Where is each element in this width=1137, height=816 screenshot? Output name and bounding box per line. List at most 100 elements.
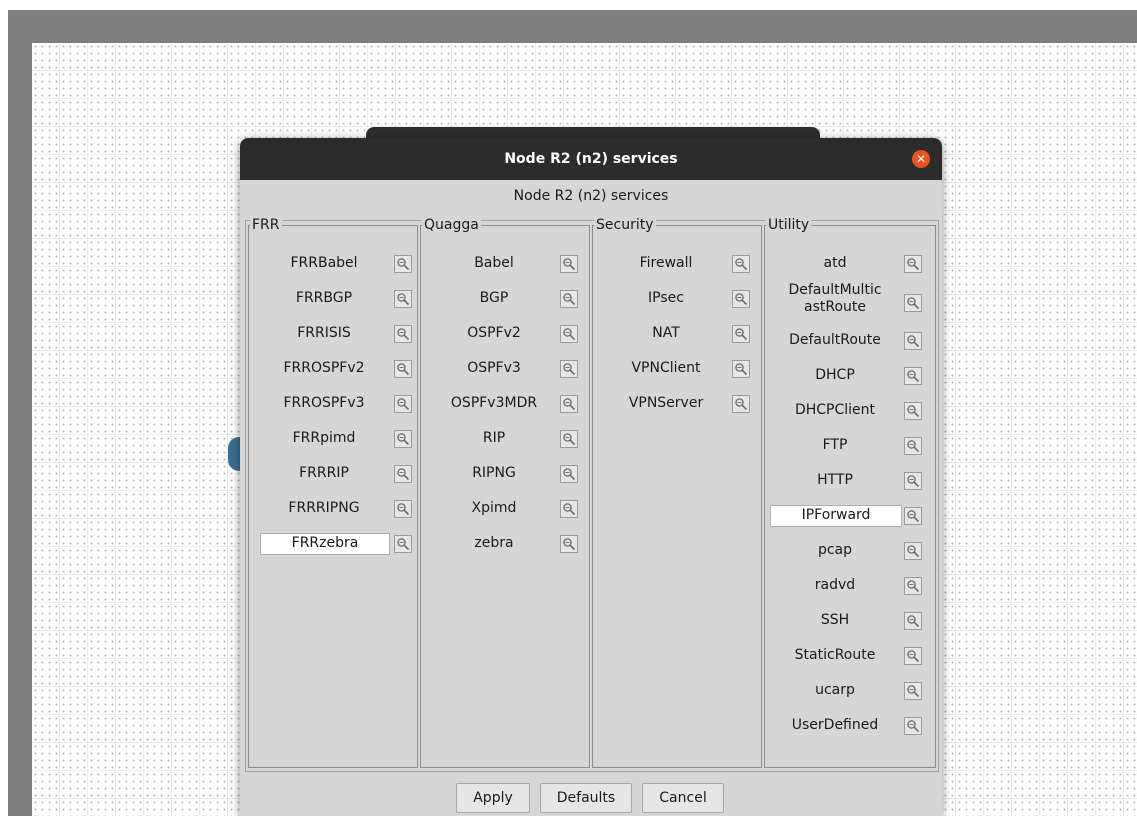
service-toggle-firewall[interactable]: Firewall bbox=[600, 253, 732, 273]
service-toggle-atd[interactable]: atd bbox=[770, 253, 900, 273]
apply-button[interactable]: Apply bbox=[456, 783, 530, 813]
service-row: HTTP bbox=[764, 464, 936, 499]
service-row: FRRBabel bbox=[248, 247, 418, 282]
service-toggle-frrospfv3[interactable]: FRROSPFv3 bbox=[260, 393, 388, 413]
service-toggle-defaultroute[interactable]: DefaultRoute bbox=[770, 330, 900, 350]
service-toggle-rip[interactable]: RIP bbox=[428, 428, 560, 448]
wrench-config-icon[interactable] bbox=[560, 325, 578, 343]
wrench-config-icon[interactable] bbox=[560, 290, 578, 308]
wrench-config-icon[interactable] bbox=[394, 465, 412, 483]
service-row: FRRzebra bbox=[248, 527, 418, 562]
wrench-config-icon[interactable] bbox=[904, 717, 922, 735]
service-toggle-pcap[interactable]: pcap bbox=[770, 540, 900, 560]
service-row: SSH bbox=[764, 604, 936, 639]
service-row: VPNServer bbox=[592, 387, 762, 422]
service-row: RIPNG bbox=[420, 457, 590, 492]
service-toggle-frrbabel[interactable]: FRRBabel bbox=[260, 253, 388, 273]
close-icon[interactable]: ✕ bbox=[912, 150, 930, 168]
service-toggle-frrripng[interactable]: FRRRIPNG bbox=[260, 498, 388, 518]
service-row: FRROSPFv2 bbox=[248, 352, 418, 387]
service-toggle-ripng[interactable]: RIPNG bbox=[428, 463, 560, 483]
wrench-config-icon[interactable] bbox=[904, 542, 922, 560]
wrench-config-icon[interactable] bbox=[560, 465, 578, 483]
service-toggle-radvd[interactable]: radvd bbox=[770, 575, 900, 595]
service-toggle-frrpimd[interactable]: FRRpimd bbox=[260, 428, 388, 448]
service-row: FRROSPFv3 bbox=[248, 387, 418, 422]
service-toggle-vpnserver[interactable]: VPNServer bbox=[600, 393, 732, 413]
service-toggle-ospfv3[interactable]: OSPFv3 bbox=[428, 358, 560, 378]
service-toggle-frrzebra[interactable]: FRRzebra bbox=[260, 533, 390, 555]
service-toggle-frrrip[interactable]: FRRRIP bbox=[260, 463, 388, 483]
column-utility: Utility atd DefaultMultic astRoute DefaultRo… bbox=[764, 217, 936, 768]
wrench-config-icon[interactable] bbox=[732, 325, 750, 343]
wrench-config-icon[interactable] bbox=[904, 332, 922, 350]
service-toggle-bgp[interactable]: BGP bbox=[428, 288, 560, 308]
service-label-line: DefaultMultic bbox=[788, 282, 882, 298]
service-toggle-http[interactable]: HTTP bbox=[770, 470, 900, 490]
service-toggle-userdefined[interactable]: UserDefined bbox=[770, 715, 900, 735]
service-row: IPsec bbox=[592, 282, 762, 317]
service-toggle-nat[interactable]: NAT bbox=[600, 323, 732, 343]
service-toggle-dhcp[interactable]: DHCP bbox=[770, 365, 900, 385]
service-row: OSPFv2 bbox=[420, 317, 590, 352]
service-toggle-ospfv2[interactable]: OSPFv2 bbox=[428, 323, 560, 343]
dialog-title: Node R2 (n2) services bbox=[504, 151, 678, 167]
wrench-config-icon[interactable] bbox=[394, 395, 412, 413]
wrench-config-icon[interactable] bbox=[394, 360, 412, 378]
service-toggle-ucarp[interactable]: ucarp bbox=[770, 680, 900, 700]
wrench-config-icon[interactable] bbox=[560, 395, 578, 413]
service-toggle-vpnclient[interactable]: VPNClient bbox=[600, 358, 732, 378]
wrench-config-icon[interactable] bbox=[394, 325, 412, 343]
wrench-config-icon[interactable] bbox=[904, 612, 922, 630]
wrench-config-icon[interactable] bbox=[904, 577, 922, 595]
wrench-config-icon[interactable] bbox=[560, 430, 578, 448]
wrench-config-icon[interactable] bbox=[904, 437, 922, 455]
wrench-config-icon[interactable] bbox=[904, 367, 922, 385]
wrench-config-icon[interactable] bbox=[394, 290, 412, 308]
wrench-config-icon[interactable] bbox=[560, 500, 578, 518]
wrench-config-icon[interactable] bbox=[560, 255, 578, 273]
service-toggle-defaultmulticastroute[interactable]: DefaultMultic astRoute bbox=[770, 282, 900, 318]
service-row: FRRRIP bbox=[248, 457, 418, 492]
service-toggle-ftp[interactable]: FTP bbox=[770, 435, 900, 455]
wrench-config-icon[interactable] bbox=[904, 294, 922, 312]
service-toggle-frrospfv2[interactable]: FRROSPFv2 bbox=[260, 358, 388, 378]
wrench-config-icon[interactable] bbox=[904, 472, 922, 490]
wrench-config-icon[interactable] bbox=[560, 535, 578, 553]
service-toggle-ipsec[interactable]: IPsec bbox=[600, 288, 732, 308]
service-toggle-ssh[interactable]: SSH bbox=[770, 610, 900, 630]
service-toggle-babel[interactable]: Babel bbox=[428, 253, 560, 273]
wrench-config-icon[interactable] bbox=[394, 430, 412, 448]
service-toggle-ipforward[interactable]: IPForward bbox=[770, 505, 902, 527]
service-toggle-frrbgp[interactable]: FRRBGP bbox=[260, 288, 388, 308]
wrench-config-icon[interactable] bbox=[904, 507, 922, 525]
service-toggle-frrisis[interactable]: FRRISIS bbox=[260, 323, 388, 343]
wrench-config-icon[interactable] bbox=[394, 500, 412, 518]
wrench-config-icon[interactable] bbox=[732, 360, 750, 378]
wrench-config-icon[interactable] bbox=[732, 395, 750, 413]
wrench-config-icon[interactable] bbox=[732, 290, 750, 308]
wrench-config-icon[interactable] bbox=[904, 255, 922, 273]
wrench-config-icon[interactable] bbox=[394, 255, 412, 273]
service-toggle-staticroute[interactable]: StaticRoute bbox=[770, 645, 900, 665]
defaults-button[interactable]: Defaults bbox=[540, 783, 632, 813]
service-toggle-xpimd[interactable]: Xpimd bbox=[428, 498, 560, 518]
wrench-config-icon[interactable] bbox=[904, 402, 922, 420]
service-toggle-zebra[interactable]: zebra bbox=[428, 533, 560, 553]
service-row: Babel bbox=[420, 247, 590, 282]
dialog-titlebar[interactable]: Node R2 (n2) services ✕ bbox=[240, 138, 942, 180]
service-row: OSPFv3 bbox=[420, 352, 590, 387]
cancel-button[interactable]: Cancel bbox=[642, 783, 724, 813]
wrench-config-icon[interactable] bbox=[560, 360, 578, 378]
service-row: ucarp bbox=[764, 674, 936, 709]
wrench-config-icon[interactable] bbox=[904, 647, 922, 665]
wrench-config-icon[interactable] bbox=[394, 535, 412, 553]
wrench-config-icon[interactable] bbox=[732, 255, 750, 273]
service-toggle-ospfv3mdr[interactable]: OSPFv3MDR bbox=[428, 393, 560, 413]
wrench-config-icon[interactable] bbox=[904, 682, 922, 700]
service-toggle-dhcpclient[interactable]: DHCPClient bbox=[770, 400, 900, 420]
service-row: FRRBGP bbox=[248, 282, 418, 317]
service-row: zebra bbox=[420, 527, 590, 562]
service-row: atd bbox=[764, 247, 936, 282]
service-row: FRRISIS bbox=[248, 317, 418, 352]
